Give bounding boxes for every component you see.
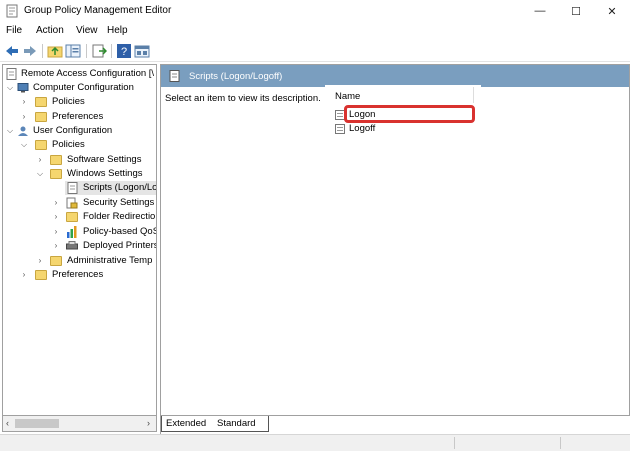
tree-label: Computer Configuration (33, 82, 134, 93)
chevron-right-icon[interactable]: › (51, 225, 61, 239)
printer-icon (66, 241, 78, 250)
chevron-right-icon[interactable]: › (51, 239, 61, 253)
chevron-right-icon[interactable]: › (51, 196, 61, 210)
minimize-button[interactable]: — (521, 0, 559, 22)
chevron-right-icon[interactable]: › (19, 110, 29, 124)
tree-label: User Configuration (33, 125, 113, 136)
tree-label: Preferences (52, 111, 104, 122)
tree-item-user-configuration[interactable]: ⌵ User Configuration (3, 124, 156, 138)
chevron-right-icon[interactable]: › (35, 254, 45, 268)
list-item-logoff[interactable]: Logoff (333, 122, 473, 136)
up-folder-icon[interactable] (47, 43, 63, 59)
scroll-left-icon[interactable]: ‹ (6, 418, 9, 428)
tree-item-cc-preferences[interactable]: › Preferences (3, 110, 156, 124)
tree-horizontal-scrollbar[interactable]: ‹ › (2, 416, 157, 432)
close-button[interactable]: ✕ (593, 0, 630, 22)
view-tabs: Extended Standard (160, 416, 630, 434)
tree-item-cc-policies[interactable]: › Policies (3, 95, 156, 109)
show-hide-tree-icon[interactable] (65, 43, 81, 59)
details-header: Scripts (Logon/Logoff) (161, 65, 629, 87)
highlight-box (344, 105, 475, 123)
description-text: Select an item to view its description. (165, 93, 321, 104)
status-bar (0, 434, 630, 451)
bar-chart-icon (67, 226, 77, 238)
tree-label: Administrative Temp (67, 255, 153, 266)
computer-icon (17, 83, 29, 93)
tree-item-folder-redirection[interactable]: › Folder Redirectio (3, 210, 156, 224)
tree-label: Preferences (52, 269, 104, 280)
svg-text:?: ? (121, 46, 127, 58)
tree-label: Security Settings (83, 197, 155, 208)
folder-icon (35, 270, 47, 280)
folder-icon (50, 256, 62, 266)
tab-standard[interactable]: Standard (213, 416, 269, 432)
tree-label: Software Settings (67, 154, 142, 165)
chevron-right-icon[interactable]: › (19, 268, 29, 282)
chevron-right-icon[interactable]: › (19, 95, 29, 109)
tree-label: Scripts (Logon/Lo (83, 182, 157, 193)
tree-item-uc-preferences[interactable]: › Preferences (3, 268, 156, 282)
tree-item-software-settings[interactable]: › Software Settings (3, 153, 156, 167)
window-title: Group Policy Management Editor (24, 5, 172, 16)
tree-item-root[interactable]: Remote Access Configuration [\ (3, 67, 156, 81)
tree-label: Folder Redirectio (83, 211, 156, 222)
gpo-document-icon (6, 68, 17, 80)
tree-label: Policies (52, 139, 85, 150)
back-arrow-icon[interactable] (4, 43, 20, 59)
script-icon (169, 70, 180, 82)
export-list-icon[interactable] (91, 43, 107, 59)
chevron-down-icon[interactable]: ⌵ (35, 167, 45, 181)
tree-label: Windows Settings (67, 168, 143, 179)
menu-bar: File Action View Help (0, 22, 630, 40)
folder-icon (66, 212, 78, 222)
folder-icon (35, 140, 47, 150)
tree-label: Policies (52, 96, 85, 107)
column-header-name[interactable]: Name (335, 91, 360, 102)
tab-extended[interactable]: Extended (161, 416, 213, 432)
menu-help[interactable]: Help (107, 25, 128, 36)
title-bar: Group Policy Management Editor — ☐ ✕ (0, 0, 630, 22)
tree-label: Deployed Printers (83, 240, 157, 251)
menu-file[interactable]: File (6, 25, 22, 36)
details-title: Scripts (Logon/Logoff) (189, 71, 283, 82)
help-icon[interactable]: ? (116, 43, 132, 59)
tree-item-uc-policies[interactable]: ⌵ Policies (3, 138, 156, 152)
chevron-right-icon[interactable]: › (35, 153, 45, 167)
chevron-down-icon[interactable]: ⌵ (5, 81, 15, 95)
tree-label: Policy-based QoS (83, 226, 157, 237)
scroll-right-icon[interactable]: › (147, 418, 150, 428)
list-item-label: Logoff (349, 123, 376, 134)
script-icon (335, 124, 345, 134)
folder-icon (50, 155, 62, 165)
forward-arrow-icon[interactable] (22, 43, 38, 59)
tree-item-policy-qos[interactable]: › Policy-based QoS (3, 225, 157, 239)
folder-icon (35, 97, 47, 107)
tree-item-scripts[interactable]: Scripts (Logon/Lo (65, 181, 157, 195)
tree-item-computer-configuration[interactable]: ⌵ Computer Configuration (3, 81, 156, 95)
maximize-button[interactable]: ☐ (557, 0, 595, 22)
scroll-thumb[interactable] (15, 419, 59, 428)
security-icon (66, 197, 78, 209)
folder-icon (35, 112, 47, 122)
chevron-down-icon[interactable]: ⌵ (5, 124, 15, 138)
menu-action[interactable]: Action (36, 25, 64, 36)
gpo-editor-icon (6, 4, 18, 18)
details-pane: Scripts (Logon/Logoff) Select an item to… (160, 64, 630, 416)
user-icon (18, 126, 28, 136)
tree-label: Remote Access Configuration [\ (21, 68, 155, 79)
folder-icon (50, 169, 62, 179)
console-tree[interactable]: Remote Access Configuration [\ ⌵ Compute… (2, 64, 157, 416)
tree-item-administrative-templates[interactable]: › Administrative Temp (3, 254, 156, 268)
toolbar: ? (0, 40, 630, 62)
tree-item-security-settings[interactable]: › Security Settings (3, 196, 156, 210)
tree-item-deployed-printers[interactable]: › Deployed Printers (3, 239, 157, 253)
chevron-down-icon[interactable]: ⌵ (19, 138, 29, 152)
chevron-right-icon[interactable]: › (51, 210, 61, 224)
menu-view[interactable]: View (76, 25, 98, 36)
tree-item-windows-settings[interactable]: ⌵ Windows Settings (3, 167, 156, 181)
script-icon (67, 182, 78, 194)
properties-icon[interactable] (134, 43, 150, 59)
